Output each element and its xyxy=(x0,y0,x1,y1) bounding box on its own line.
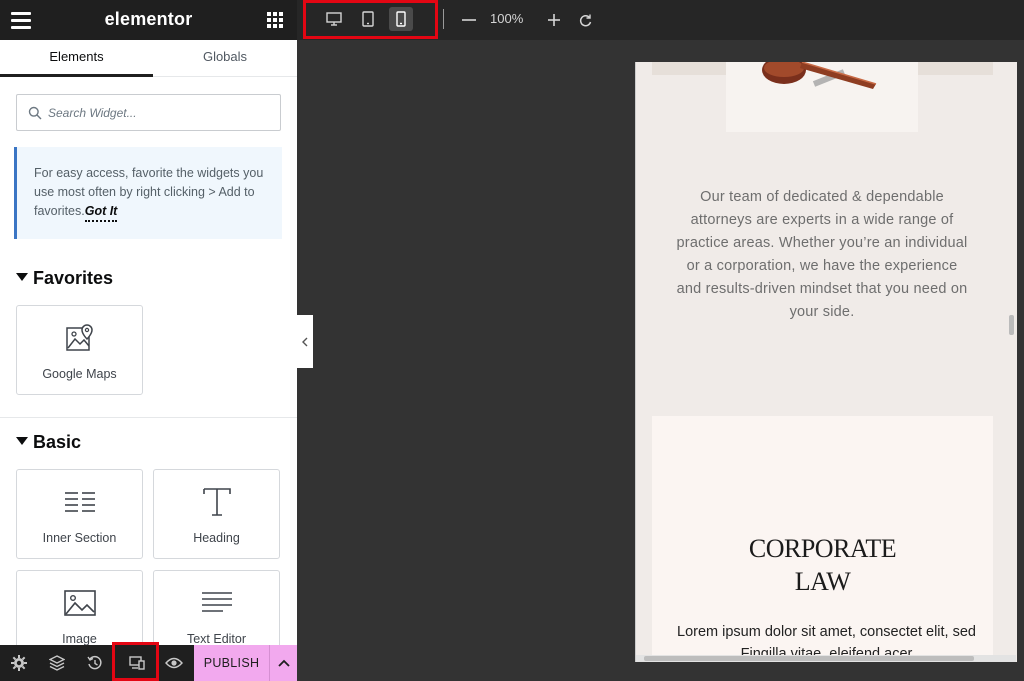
zoom-out-icon[interactable] xyxy=(460,11,478,29)
vertical-scrollbar[interactable] xyxy=(1009,315,1014,335)
reset-zoom-icon[interactable] xyxy=(576,11,594,29)
section-divider xyxy=(0,417,297,418)
desktop-icon[interactable] xyxy=(322,7,346,31)
notice-text: For easy access, favorite the widgets yo… xyxy=(34,166,264,218)
card-title-line2: LAW xyxy=(794,567,851,596)
widget-label: Heading xyxy=(193,531,240,545)
favorites-notice: For easy access, favorite the widgets yo… xyxy=(14,147,282,239)
publish-options-button[interactable] xyxy=(269,645,297,681)
heading-icon xyxy=(154,485,279,519)
favorites-title-text: Favorites xyxy=(33,268,114,288)
history-icon[interactable] xyxy=(76,645,114,681)
caret-down-icon xyxy=(16,273,28,281)
widget-label: Inner Section xyxy=(42,531,117,545)
widgets-grid-icon[interactable] xyxy=(267,12,283,28)
basic-section-title[interactable]: Basic xyxy=(16,432,81,453)
elements-panel: elementor Elements Globals For easy acce… xyxy=(0,0,297,681)
widget-label: Text Editor xyxy=(186,632,247,646)
image-icon xyxy=(17,586,142,620)
brand-logo: elementor xyxy=(104,9,193,29)
chevron-up-icon xyxy=(277,659,290,667)
search-box xyxy=(16,94,281,131)
search-icon xyxy=(28,106,42,120)
panel-footer: PUBLISH xyxy=(0,645,297,681)
about-paragraph: Our team of dedicated & dependable attor… xyxy=(676,189,968,320)
gavel-image xyxy=(726,62,918,132)
zoom-in-icon[interactable] xyxy=(545,11,563,29)
card-title-line1: CORPORATE xyxy=(748,534,897,563)
chevron-left-icon xyxy=(302,337,308,346)
caret-down-icon xyxy=(16,437,28,445)
panel-tabs: Elements Globals xyxy=(0,40,297,77)
toolbar-divider xyxy=(443,9,444,29)
text-editor-icon xyxy=(154,586,279,620)
navigator-icon[interactable] xyxy=(38,645,76,681)
search-widget-input[interactable] xyxy=(48,95,273,130)
collapse-panel-button[interactable] xyxy=(297,315,313,368)
responsive-toolbar: 100% xyxy=(297,0,1024,40)
settings-icon[interactable] xyxy=(0,645,38,681)
tab-globals[interactable]: Globals xyxy=(153,40,297,77)
publish-button[interactable]: PUBLISH xyxy=(194,645,269,681)
preview-icon[interactable] xyxy=(155,645,193,681)
horizontal-scrollbar[interactable] xyxy=(644,656,974,661)
inner-section-icon xyxy=(17,485,142,519)
map-icon xyxy=(17,321,142,355)
widget-heading[interactable]: Heading xyxy=(153,469,280,559)
tab-elements[interactable]: Elements xyxy=(0,40,153,77)
tablet-icon[interactable] xyxy=(356,7,380,31)
got-it-link[interactable]: Got It xyxy=(84,204,118,222)
widget-label: Google Maps xyxy=(42,367,117,381)
widget-label: Image xyxy=(62,632,97,646)
mobile-preview-canvas[interactable]: Our team of dedicated & dependable attor… xyxy=(635,62,1017,662)
panel-header: elementor xyxy=(0,0,297,40)
practice-area-card: CORPORATE LAW Lorem ipsum dolor sit amet… xyxy=(652,416,993,662)
favorites-section-title[interactable]: Favorites xyxy=(16,268,113,289)
responsive-mode-icon[interactable] xyxy=(118,645,156,681)
mobile-icon[interactable] xyxy=(389,7,413,31)
basic-title-text: Basic xyxy=(33,432,82,452)
widget-inner-section[interactable]: Inner Section xyxy=(16,469,143,559)
widget-google-maps[interactable]: Google Maps xyxy=(16,305,143,395)
card-title: CORPORATE LAW xyxy=(652,532,993,598)
zoom-level: 100% xyxy=(490,11,524,26)
